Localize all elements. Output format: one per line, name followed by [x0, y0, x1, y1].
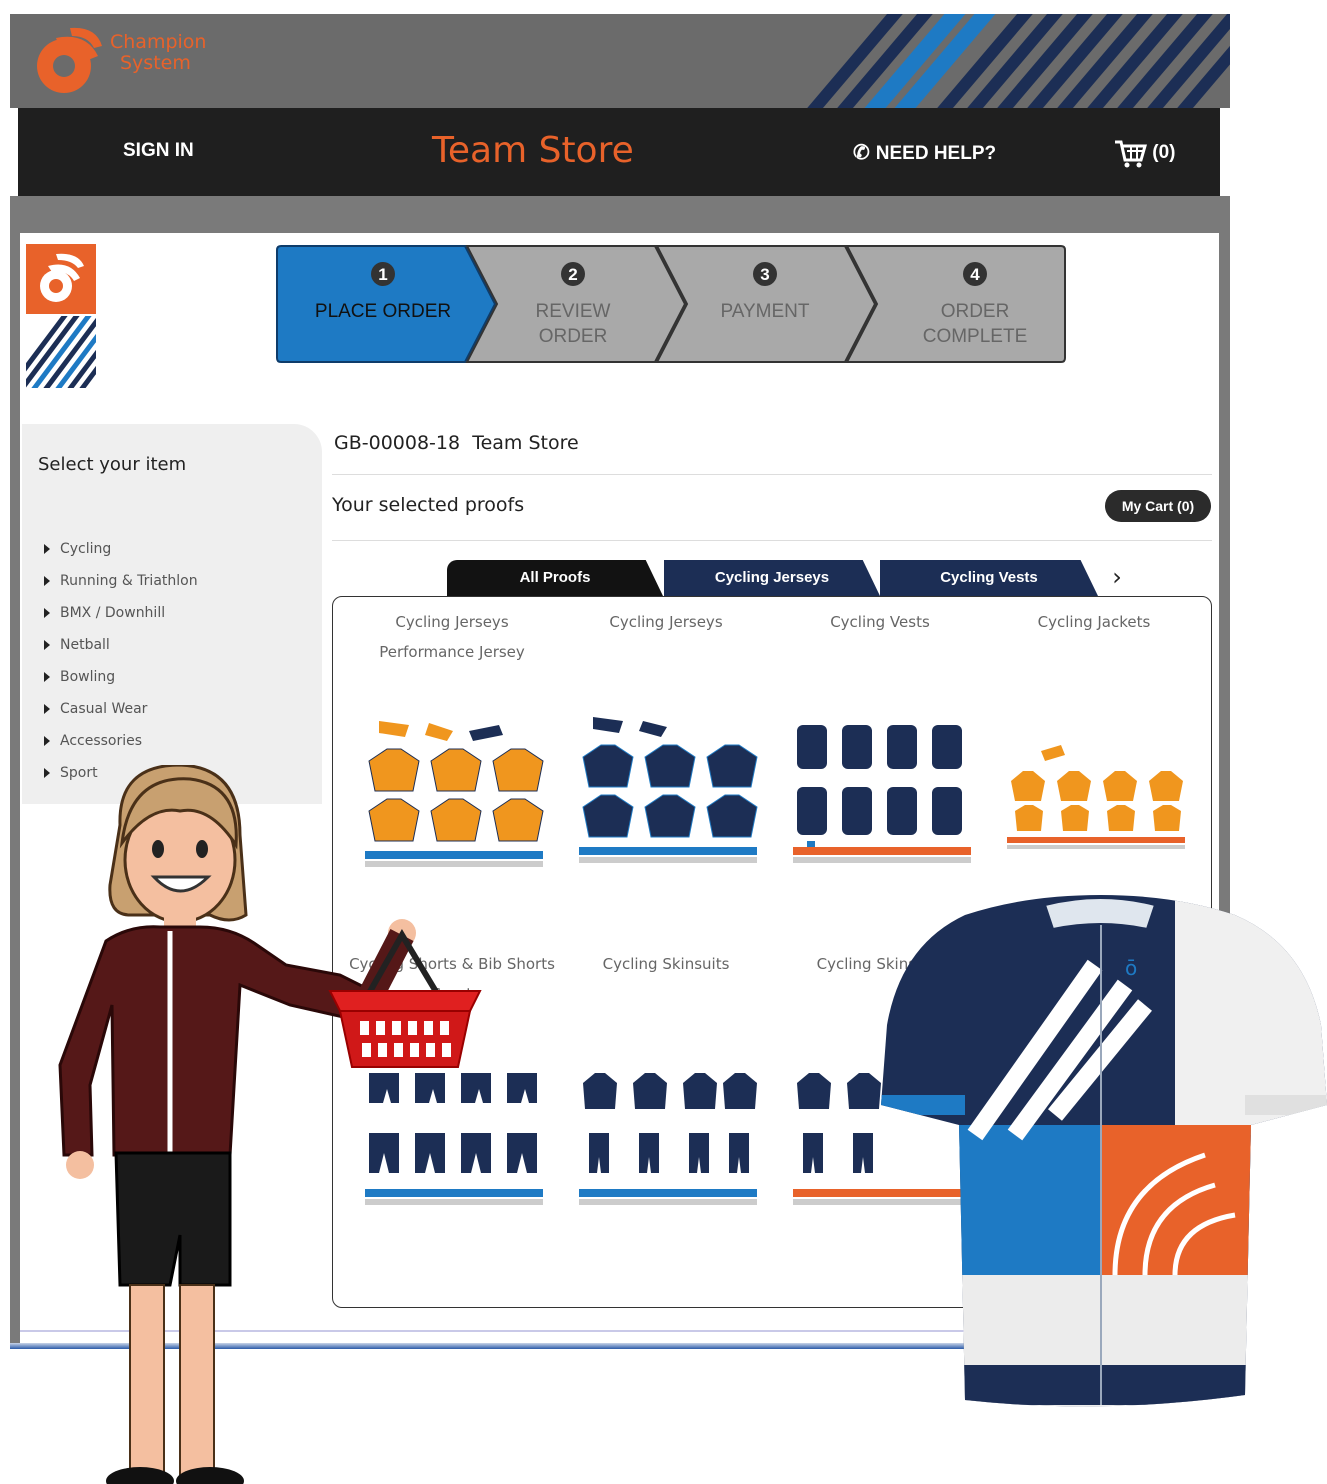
- cart-count: (0): [1152, 142, 1176, 164]
- brand-name-line1: Champion: [110, 31, 207, 53]
- decorative-stripes: [807, 14, 1230, 108]
- proof-category: Cycling Vests: [830, 613, 930, 631]
- step-place-order[interactable]: 1 PLACE ORDER: [276, 245, 497, 363]
- divider: [332, 540, 1212, 541]
- store-code: GB-00008-18: [334, 432, 461, 454]
- caret-right-icon: [44, 640, 50, 650]
- proof-card[interactable]: Cycling Jackets: [989, 607, 1199, 875]
- proof-thumbnail-navy: [573, 1053, 763, 1213]
- proof-name: Performance Jersey: [379, 643, 525, 661]
- sidebar-title: Select your item: [38, 454, 187, 475]
- caret-right-icon: [44, 672, 50, 682]
- category-label: Accessories: [60, 733, 143, 749]
- proof-category: Cycling Jerseys: [609, 613, 723, 631]
- tab-all-proofs[interactable]: All Proofs: [447, 560, 663, 596]
- page-title: Team Store: [432, 130, 634, 171]
- proof-category: Cycling Jerseys: [395, 613, 509, 631]
- proof-card[interactable]: Cycling Skinsuits: [561, 949, 771, 1217]
- step-payment[interactable]: 3 PAYMENT: [655, 245, 877, 363]
- proof-thumbnail-orange: [1001, 711, 1191, 871]
- svg-text:ō: ō: [1125, 956, 1137, 980]
- cycling-jersey-illustration: ō: [881, 895, 1327, 1407]
- step-4-label-line2: COMPLETE: [923, 326, 1028, 347]
- caret-right-icon: [44, 608, 50, 618]
- category-label: Running & Triathlon: [60, 573, 198, 589]
- frame-top: [10, 196, 1230, 233]
- caret-right-icon: [44, 576, 50, 586]
- brand-name: Champion System: [110, 32, 206, 74]
- category-label: Netball: [60, 637, 110, 653]
- category-label: BMX / Downhill: [60, 605, 166, 621]
- step-4-number: 4: [970, 265, 980, 284]
- champion-system-logo-icon[interactable]: [30, 24, 104, 96]
- phone-icon: ✆: [853, 142, 870, 164]
- category-item-casual-wear[interactable]: Casual Wear: [44, 698, 198, 730]
- cart-icon: [1115, 140, 1147, 168]
- checkout-steps: 1 PLACE ORDER 2 REVIEW ORDER 3 PAYMENT 4…: [276, 245, 1066, 363]
- frame-left: [10, 233, 20, 1343]
- category-item-netball[interactable]: Netball: [44, 634, 198, 666]
- need-help-link[interactable]: ✆ NEED HELP?: [853, 140, 996, 165]
- proof-category: Cycling Jackets: [1037, 613, 1151, 631]
- proof-thumbnail-navy: [573, 711, 763, 871]
- proof-card[interactable]: Cycling Vests: [775, 607, 985, 875]
- category-item-bowling[interactable]: Bowling: [44, 666, 198, 698]
- caret-right-icon: [44, 736, 50, 746]
- proof-category: Cycling Skinsuits: [602, 955, 730, 973]
- caret-right-icon: [44, 544, 50, 554]
- store-name: Team Store: [472, 432, 579, 454]
- step-2-label-line1: REVIEW: [536, 301, 611, 322]
- category-label: Cycling: [60, 541, 112, 557]
- step-4-label-line1: ORDER: [941, 301, 1010, 322]
- brand-name-line2: System: [120, 52, 191, 74]
- divider: [332, 474, 1212, 475]
- category-item-accessories[interactable]: Accessories: [44, 730, 198, 762]
- chevron-right-icon[interactable]: ›: [1105, 562, 1129, 594]
- cart-link[interactable]: (0): [1113, 138, 1176, 168]
- step-1-number: 1: [378, 265, 387, 284]
- caret-right-icon: [44, 704, 50, 714]
- step-3-label: PAYMENT: [720, 301, 809, 322]
- category-label: Bowling: [60, 669, 116, 685]
- nav-bar: SIGN IN Team Store ✆ NEED HELP? (0): [18, 108, 1220, 196]
- step-1-label: PLACE ORDER: [315, 301, 451, 322]
- step-review-order[interactable]: 2 REVIEW ORDER: [465, 245, 687, 363]
- my-cart-button[interactable]: My Cart (0): [1105, 490, 1211, 522]
- category-label: Casual Wear: [60, 701, 148, 717]
- tab-cycling-vests[interactable]: Cycling Vests: [880, 560, 1098, 596]
- proof-card[interactable]: Cycling Jerseys: [561, 607, 771, 875]
- category-item-bmx[interactable]: BMX / Downhill: [44, 602, 198, 634]
- category-item-cycling[interactable]: Cycling: [44, 538, 198, 570]
- brand-bar: Champion System: [10, 14, 1230, 108]
- step-order-complete[interactable]: 4 ORDER COMPLETE: [845, 245, 1066, 363]
- proofs-title: Your selected proofs: [332, 494, 525, 516]
- category-item-running[interactable]: Running & Triathlon: [44, 570, 198, 602]
- store-heading: GB-00008-18 Team Store: [334, 432, 579, 454]
- sign-in-link[interactable]: SIGN IN: [123, 140, 194, 162]
- step-2-label-line2: ORDER: [539, 326, 608, 347]
- category-sidebar: Select your item Cycling Running & Triat…: [22, 424, 322, 804]
- category-list: Cycling Running & Triathlon BMX / Downhi…: [44, 538, 198, 794]
- step-3-number: 3: [760, 265, 769, 284]
- store-logo-icon[interactable]: [26, 244, 96, 388]
- need-help-label: NEED HELP?: [875, 143, 997, 164]
- proof-thumbnail-navy: [787, 711, 977, 871]
- shopper-illustration: [58, 765, 482, 1484]
- tab-cycling-jerseys[interactable]: Cycling Jerseys: [664, 560, 880, 596]
- step-2-number: 2: [568, 265, 577, 284]
